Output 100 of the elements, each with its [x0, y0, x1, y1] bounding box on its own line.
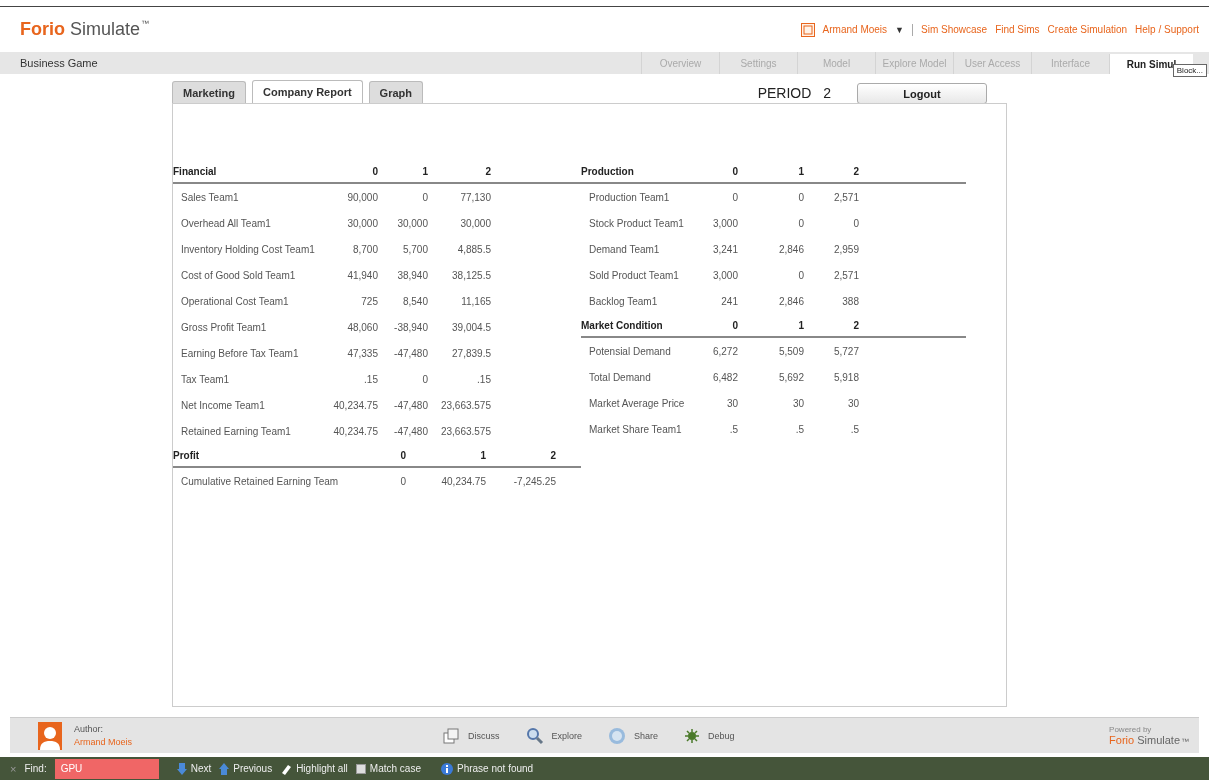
column-header: 2 — [484, 165, 491, 177]
column-header: 1 — [797, 319, 804, 331]
table-cell-text: 4,885.5 — [456, 243, 491, 255]
row-label: Net Income Team1 — [180, 399, 266, 411]
table-cell-text: 47,335 — [346, 347, 378, 359]
table-cell-text: -7,245.25 — [512, 475, 556, 487]
table-cell-text: 5,700 — [401, 243, 428, 255]
column-header: 1 — [421, 165, 428, 177]
table-cell-text: 388 — [841, 295, 859, 307]
table-cell-text: .5 — [728, 423, 738, 435]
table-cell-text: 48,060 — [346, 321, 378, 333]
table-cell-text: 30,000 — [396, 217, 428, 229]
table-cell-text: 3,000 — [711, 269, 738, 281]
table-cell-text: 30,000 — [459, 217, 491, 229]
section-title: Profit — [173, 449, 201, 461]
row-label: Market Share Team1 — [588, 423, 683, 435]
row-label: Production Team1 — [588, 191, 671, 203]
table-cell-text: 77,130 — [459, 191, 491, 203]
table-cell-text: 2,846 — [777, 295, 804, 307]
powered-by-logo: Powered by Forio Simulate™ — [1109, 725, 1189, 746]
table-cell-text: 41,940 — [346, 269, 378, 281]
table-cell-text: 27,839.5 — [451, 347, 491, 359]
table-cell-text: 0 — [731, 191, 738, 203]
row-label: Stock Product Team1 — [588, 217, 685, 229]
section-title: Production — [581, 165, 635, 177]
row-label: Overhead All Team1 — [180, 217, 272, 229]
project-title: Business Game — [20, 57, 98, 69]
row-label: Earning Before Tax Team1 — [180, 347, 300, 359]
table-cell-text: 90,000 — [346, 191, 378, 203]
table-cell-text: 5,918 — [832, 371, 859, 383]
column-header: 2 — [852, 165, 859, 177]
table-cell-text: -47,480 — [393, 425, 428, 437]
row-label: Backlog Team1 — [588, 295, 659, 307]
table-cell-text: 23,663.575 — [439, 425, 491, 437]
column-header: 2 — [549, 449, 556, 461]
row-label: Cost of Good Sold Team1 — [180, 269, 297, 281]
table-cell-text: 40,234.75 — [332, 425, 378, 437]
table-cell-text: 2,959 — [832, 243, 859, 255]
row-label: Cumulative Retained Earning Team — [180, 475, 340, 487]
author-label: Author: — [74, 724, 105, 734]
row-label: Gross Profit Team1 — [180, 321, 268, 333]
table-cell-text: .15 — [363, 373, 378, 385]
table-cell-text: 6,272 — [711, 345, 738, 357]
table-cell-text: 0 — [797, 269, 804, 281]
table-cell-text: 5,509 — [777, 345, 804, 357]
table-cell-text: 40,234.75 — [332, 399, 378, 411]
section-title: Market Condition — [581, 319, 664, 331]
column-header: 2 — [852, 319, 859, 331]
table-cell-text: 5,692 — [777, 371, 804, 383]
table-cell-text: 8,540 — [401, 295, 428, 307]
tooltip: Block... — [1172, 64, 1207, 77]
row-label: Total Demand — [588, 371, 652, 383]
column-header: 0 — [399, 449, 406, 461]
column-header: 0 — [731, 319, 738, 331]
table-cell-text: 0 — [399, 475, 406, 487]
table-cell-text: -47,480 — [393, 399, 428, 411]
row-label: Market Average Price — [588, 397, 686, 409]
table-cell-text: 39,004.5 — [451, 321, 491, 333]
row-label: Potensial Demand — [588, 345, 672, 357]
table-cell-text: 40,234.75 — [440, 475, 486, 487]
table-cell-text: 11,165 — [460, 295, 491, 307]
table-cell-text: 5,727 — [832, 345, 859, 357]
table-cell-text: 0 — [797, 217, 804, 229]
table-cell-text: 30,000 — [346, 217, 378, 229]
table-cell-text: 0 — [852, 217, 859, 229]
column-header: 1 — [797, 165, 804, 177]
table-cell-text: 38,940 — [396, 269, 428, 281]
row-label: Demand Team1 — [588, 243, 661, 255]
table-cell-text: 8,700 — [351, 243, 378, 255]
table-cell-text: .5 — [794, 423, 804, 435]
table-cell-text: 0 — [421, 191, 428, 203]
table-cell-text: 30 — [791, 397, 804, 409]
row-label: Inventory Holding Cost Team1 — [180, 243, 316, 255]
table-cell-text: 2,571 — [832, 269, 859, 281]
logo: Forio Simulate™ — [20, 19, 150, 40]
row-label: Operational Cost Team1 — [180, 295, 290, 307]
table-cell-text: .5 — [849, 423, 859, 435]
table-cell-text: 0 — [421, 373, 428, 385]
column-header: 1 — [479, 449, 486, 461]
row-label: Sold Product Team1 — [588, 269, 680, 281]
table-cell-text: 3,241 — [711, 243, 738, 255]
table-cell-text: 2,571 — [832, 191, 859, 203]
row-label: Sales Team1 — [180, 191, 240, 203]
table-cell-text: 0 — [797, 191, 804, 203]
row-label: Tax Team1 — [180, 373, 231, 385]
table-cell-text: 2,846 — [777, 243, 804, 255]
table-cell-text: 725 — [360, 295, 378, 307]
table-cell-text: 6,482 — [711, 371, 738, 383]
section-title: Financial — [173, 165, 218, 177]
table-cell-text: 38,125.5 — [451, 269, 491, 281]
table-cell-text: 241 — [720, 295, 738, 307]
column-header: 0 — [731, 165, 738, 177]
table-cell-text: 23,663.575 — [439, 399, 491, 411]
table-cell-text: 30 — [846, 397, 859, 409]
table-cell-text: .15 — [476, 373, 491, 385]
period-label: PERIOD 2 — [757, 85, 831, 101]
table-cell-text: -47,480 — [393, 347, 428, 359]
table-cell-text: 3,000 — [711, 217, 738, 229]
table-cell-text: 30 — [725, 397, 738, 409]
column-header: 0 — [371, 165, 378, 177]
